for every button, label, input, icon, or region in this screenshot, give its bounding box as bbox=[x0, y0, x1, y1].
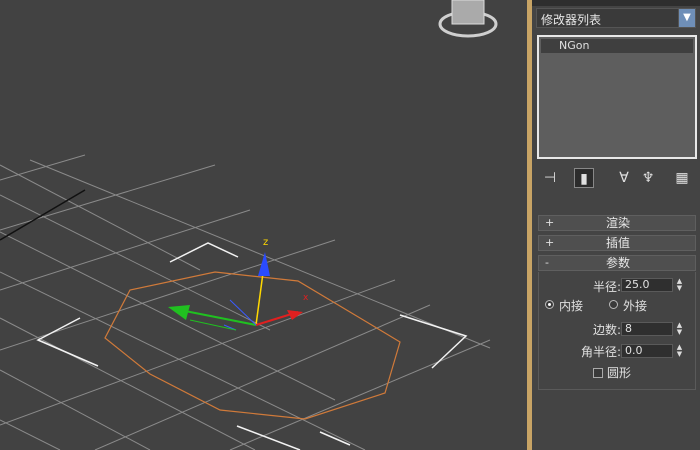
svg-text:z: z bbox=[263, 237, 268, 248]
circumscribed-label: 外接 bbox=[623, 299, 648, 313]
parameters-group: 半径: 25.0 ▲ ▼ 内接 外接 边数: 8 ▲ ▼ 角半径: 0.0 ▲ ▼ 圆… bbox=[538, 272, 696, 390]
viewcube-icon bbox=[438, 0, 498, 38]
corner-radius-label: 角半径: bbox=[581, 345, 622, 359]
pin-stack-icon[interactable]: ⊣ bbox=[540, 168, 560, 188]
radius-spinner-arrows[interactable]: ▲ ▼ bbox=[675, 278, 684, 292]
inscribed-radio[interactable] bbox=[545, 300, 554, 309]
panel-top-strip bbox=[532, 0, 700, 6]
corner-radius-spinner-arrows[interactable]: ▲ ▼ bbox=[675, 344, 684, 358]
sides-spinner-arrows[interactable]: ▲ ▼ bbox=[675, 322, 684, 336]
viewport-grid: z x bbox=[0, 0, 498, 450]
rollout-parameters[interactable]: - 参数 bbox=[538, 255, 696, 271]
radius-label: 半径: bbox=[593, 280, 622, 294]
corner-radius-spinner-field[interactable]: 0.0 bbox=[621, 344, 673, 358]
remove-modifier-icon[interactable]: ♆ bbox=[638, 168, 658, 188]
rollout-render-title: 渲染 bbox=[605, 216, 630, 230]
show-end-result-icon[interactable]: ▮ bbox=[574, 168, 594, 188]
modifier-stack-list[interactable]: NGon bbox=[537, 35, 697, 159]
modifier-list-label: 修改器列表 bbox=[541, 13, 602, 27]
svg-text:x: x bbox=[303, 293, 309, 303]
sides-label: 边数: bbox=[593, 323, 622, 337]
rollout-parameters-title: 参数 bbox=[605, 256, 630, 270]
stack-item-ngon[interactable]: NGon bbox=[541, 39, 693, 53]
inscribed-label: 内接 bbox=[559, 299, 584, 313]
make-unique-icon[interactable]: ∀ bbox=[614, 168, 634, 188]
circular-label: 圆形 bbox=[607, 366, 632, 380]
modify-command-panel: 修改器列表 ▼ NGon ⊣ ▮ ∀ ♆ ▦ + 渲染 + 插值 - 参数 半径… bbox=[532, 0, 700, 450]
transform-gizmo: z x bbox=[168, 237, 309, 331]
chevron-down-icon[interactable]: ▼ bbox=[678, 9, 695, 27]
radius-spinner-field[interactable]: 25.0 bbox=[621, 278, 673, 292]
modifier-stack-toolbar: ⊣ ▮ ∀ ♆ ▦ bbox=[536, 166, 696, 190]
sides-spinner-field[interactable]: 8 bbox=[621, 322, 673, 336]
perspective-viewport[interactable]: z x bbox=[0, 0, 527, 450]
configure-modifier-sets-icon[interactable]: ▦ bbox=[672, 168, 692, 188]
circumscribed-radio[interactable] bbox=[609, 300, 618, 309]
rollout-interpolation-title: 插值 bbox=[605, 236, 630, 250]
rollout-interpolation[interactable]: + 插值 bbox=[538, 235, 696, 251]
circular-checkbox[interactable] bbox=[593, 368, 603, 378]
rollout-render[interactable]: + 渲染 bbox=[538, 215, 696, 231]
modifier-list-dropdown[interactable]: 修改器列表 ▼ bbox=[536, 8, 696, 28]
